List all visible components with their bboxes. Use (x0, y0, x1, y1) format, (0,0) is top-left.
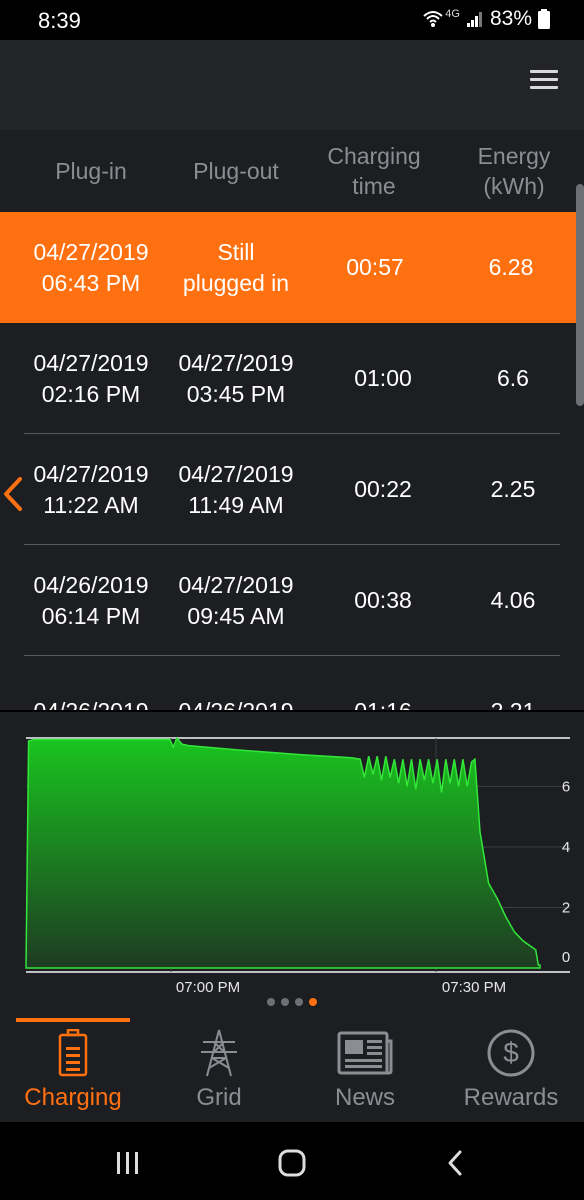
y-tick-label: 2 (562, 899, 570, 916)
charging-chart-panel: 6 4 2 0 07:00 PM 07:30 PM (0, 710, 584, 1018)
cell-energy: 4.06 (490, 587, 536, 613)
header-plug-out: Plug-out (193, 158, 279, 184)
cell-plug-out: 04/27/2019 09:45 AM (178, 571, 294, 629)
hamburger-menu-icon[interactable] (530, 70, 558, 98)
nav-label: Rewards (463, 1084, 559, 1111)
cell-plug-in: 04/27/2019 02:16 PM (33, 349, 149, 407)
cell-charging-time: 01:00 (354, 365, 412, 391)
charging-power-chart: 6 4 2 0 07:00 PM 07:30 PM (25, 736, 570, 996)
app-header (0, 40, 584, 130)
table-row[interactable]: 04/26/2019 06:14 PM 04/27/2019 09:45 AM … (0, 545, 584, 656)
cell-charging-time: 00:22 (354, 476, 412, 502)
status-icons: 4G 83% (423, 7, 550, 31)
sessions-list[interactable]: 04/27/2019 06:43 PM Still plugged in 00:… (0, 212, 584, 710)
nav-label: Grid (196, 1084, 242, 1111)
wifi-icon (423, 11, 443, 27)
dollar-icon: $ (486, 1026, 536, 1080)
cell-energy: 6.6 (497, 365, 529, 391)
cell-energy: 2.21 (448, 656, 578, 710)
table-row[interactable]: 04/27/2019 06:43 PM Still plugged in 00:… (0, 212, 584, 323)
chevron-left-icon[interactable] (2, 476, 24, 512)
header-charging-time: Charging time (327, 143, 421, 199)
cell-energy: 6.28 (488, 254, 534, 280)
newspaper-icon (337, 1026, 393, 1080)
nav-news[interactable]: News (292, 1018, 438, 1122)
y-tick-label: 0 (562, 949, 570, 966)
cell-plug-in: 04/27/2019 06:43 PM (33, 238, 149, 296)
recent-apps-icon[interactable] (108, 1148, 148, 1178)
y-tick-label: 6 (562, 778, 570, 795)
home-icon[interactable] (272, 1148, 312, 1178)
header-energy: Energy (kWh) (477, 143, 551, 199)
page-dot[interactable] (281, 998, 289, 1006)
status-time: 8:39 (38, 8, 81, 33)
cell-plug-in: 04/26/2019 (20, 656, 162, 710)
power-tower-icon (199, 1026, 239, 1080)
page-dot[interactable] (267, 998, 275, 1006)
nav-rewards[interactable]: $ Rewards (438, 1018, 584, 1122)
page-dot[interactable] (309, 998, 317, 1006)
x-tick-label: 07:00 PM (176, 979, 240, 996)
cell-plug-out: 04/26/2019 (164, 656, 308, 710)
cell-plug-out: 04/27/2019 11:49 AM (178, 460, 294, 518)
chart-area-series (25, 736, 541, 969)
sessions-table-header: Plug-in Plug-out Charging time Energy (k… (0, 130, 584, 212)
battery-percent: 83% (489, 7, 532, 30)
cell-plug-out: Still plugged in (182, 238, 290, 296)
battery-status-icon (538, 9, 550, 29)
nav-label: Charging (24, 1084, 122, 1111)
page-indicator (0, 998, 584, 1006)
battery-icon (58, 1026, 88, 1080)
network-type: 4G (445, 8, 460, 20)
svg-text:$: $ (503, 1037, 519, 1068)
bottom-nav: Charging Grid News $ Rewards (0, 1018, 584, 1122)
nav-active-indicator (16, 1018, 130, 1022)
cell-energy: 2.25 (490, 476, 536, 502)
nav-charging[interactable]: Charging (0, 1018, 146, 1122)
cell-plug-in: 04/26/2019 06:14 PM (33, 571, 149, 629)
table-row[interactable]: 04/26/2019 04/26/2019 01:16 2.21 (0, 656, 584, 710)
cell-charging-time: 00:38 (354, 587, 412, 613)
x-tick-label: 07:30 PM (442, 979, 506, 996)
back-icon[interactable] (436, 1148, 476, 1178)
signal-icon (466, 12, 482, 27)
system-nav-bar (0, 1122, 584, 1200)
page-dot[interactable] (295, 998, 303, 1006)
nav-label: News (334, 1084, 395, 1111)
table-row[interactable]: 04/27/2019 11:22 AM 04/27/2019 11:49 AM … (0, 434, 584, 545)
cell-plug-out: 04/27/2019 03:45 PM (178, 349, 294, 407)
cell-charging-time: 01:16 (318, 656, 448, 710)
cell-plug-in: 04/27/2019 11:22 AM (33, 460, 149, 518)
status-bar: 8:39 4G 83% (0, 0, 584, 40)
list-scrollbar[interactable] (576, 184, 584, 406)
header-plug-in: Plug-in (55, 158, 127, 184)
nav-grid[interactable]: Grid (146, 1018, 292, 1122)
table-row[interactable]: 04/27/2019 02:16 PM 04/27/2019 03:45 PM … (0, 323, 584, 434)
y-tick-label: 4 (562, 839, 570, 856)
cell-charging-time: 00:57 (346, 254, 404, 280)
